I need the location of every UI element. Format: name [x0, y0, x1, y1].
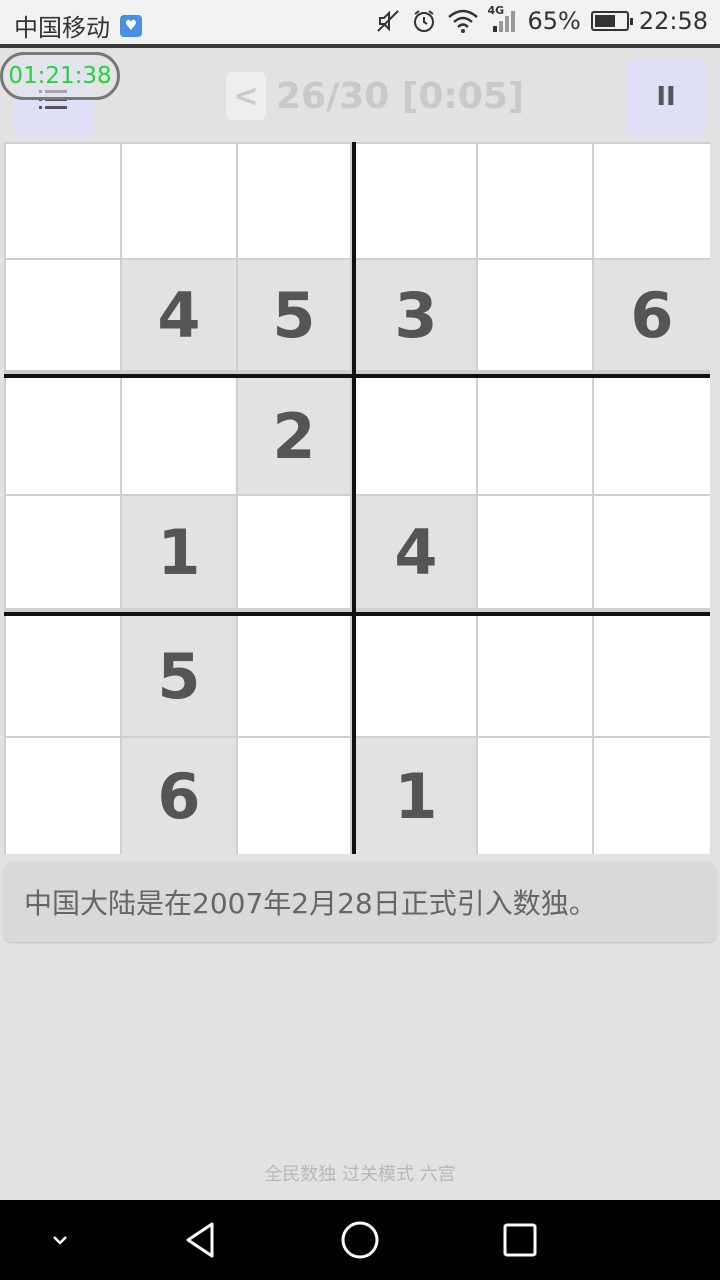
board-cell[interactable]	[594, 144, 710, 258]
board-cell[interactable]	[478, 738, 592, 854]
tip-text: 中国大陆是在2007年2月28日正式引入数独。	[24, 887, 597, 920]
status-right: 4G 65% 22:58	[375, 4, 708, 36]
board-cell[interactable]: 5	[238, 260, 350, 370]
chevron-down-icon[interactable]	[36, 1216, 84, 1264]
board-cell[interactable]	[6, 378, 120, 494]
sudoku-board: 4536214561	[4, 142, 710, 854]
board-cell[interactable]	[594, 738, 710, 854]
battery-icon	[590, 11, 633, 31]
alarm-icon	[411, 6, 437, 36]
network-type: 4G	[487, 4, 505, 17]
battery-level	[594, 15, 615, 27]
board-cell[interactable]	[6, 616, 120, 736]
elapsed-timer[interactable]: 01:21:38	[0, 52, 120, 100]
tip-box: 中国大陆是在2007年2月28日正式引入数独。	[4, 862, 716, 942]
board-cell[interactable]	[6, 738, 120, 854]
battery-percent: 65%	[527, 7, 581, 35]
board-cell[interactable]: 2	[238, 378, 350, 494]
box-divider-horizontal	[4, 374, 710, 378]
board-cell[interactable]	[6, 260, 120, 370]
board-cell[interactable]	[478, 616, 592, 736]
status-bar: 中国移动 ♥ 4G 65% 22:58	[0, 0, 720, 48]
board-cell[interactable]	[356, 616, 476, 736]
board-cell[interactable]	[122, 378, 236, 494]
board-cell[interactable]	[238, 144, 350, 258]
clock: 22:58	[638, 7, 708, 35]
board-cell[interactable]	[478, 496, 592, 608]
mute-icon	[375, 6, 401, 36]
board-cell[interactable]	[594, 496, 710, 608]
board-cell[interactable]: 5	[122, 616, 236, 736]
board-cell[interactable]	[238, 616, 350, 736]
back-triangle-icon[interactable]	[176, 1216, 224, 1264]
wifi-icon	[447, 6, 479, 36]
carrier-name: 中国移动	[14, 14, 110, 42]
board-cell[interactable]	[594, 616, 710, 736]
board-cell[interactable]	[6, 496, 120, 608]
board-cell[interactable]	[6, 144, 120, 258]
board-cell[interactable]	[478, 260, 592, 370]
board-cell[interactable]: 4	[122, 260, 236, 370]
board-cell[interactable]: 4	[356, 496, 476, 608]
cellular-signal-icon: 4G	[487, 4, 517, 36]
board-cell[interactable]	[478, 144, 592, 258]
box-divider-vertical	[352, 142, 356, 854]
pause-icon: II	[656, 82, 676, 112]
recents-square-icon[interactable]	[496, 1216, 544, 1264]
health-app-icon: ♥	[120, 14, 142, 37]
board-cell[interactable]	[238, 738, 350, 854]
navigation-bar	[0, 1200, 720, 1280]
board-cell[interactable]: 6	[594, 260, 710, 370]
board-cell[interactable]	[238, 496, 350, 608]
board-cell[interactable]	[122, 144, 236, 258]
board-cell[interactable]: 6	[122, 738, 236, 854]
pause-button[interactable]: II	[626, 58, 706, 136]
status-left: 中国移动 ♥	[14, 8, 142, 43]
board-cell[interactable]	[478, 378, 592, 494]
board-cell[interactable]: 3	[356, 260, 476, 370]
board-cell[interactable]: 1	[356, 738, 476, 854]
previous-level-button[interactable]: <	[226, 72, 266, 120]
board-cell[interactable]	[356, 378, 476, 494]
box-divider-horizontal	[4, 612, 710, 616]
level-progress: 26/30 [0:05]	[276, 75, 525, 117]
board-cell[interactable]	[594, 378, 710, 494]
mode-caption: 全民数独 过关模式 六宫	[264, 1164, 456, 1185]
home-circle-icon[interactable]	[336, 1216, 384, 1264]
board-cell[interactable]: 1	[122, 496, 236, 608]
board-cell[interactable]	[356, 144, 476, 258]
